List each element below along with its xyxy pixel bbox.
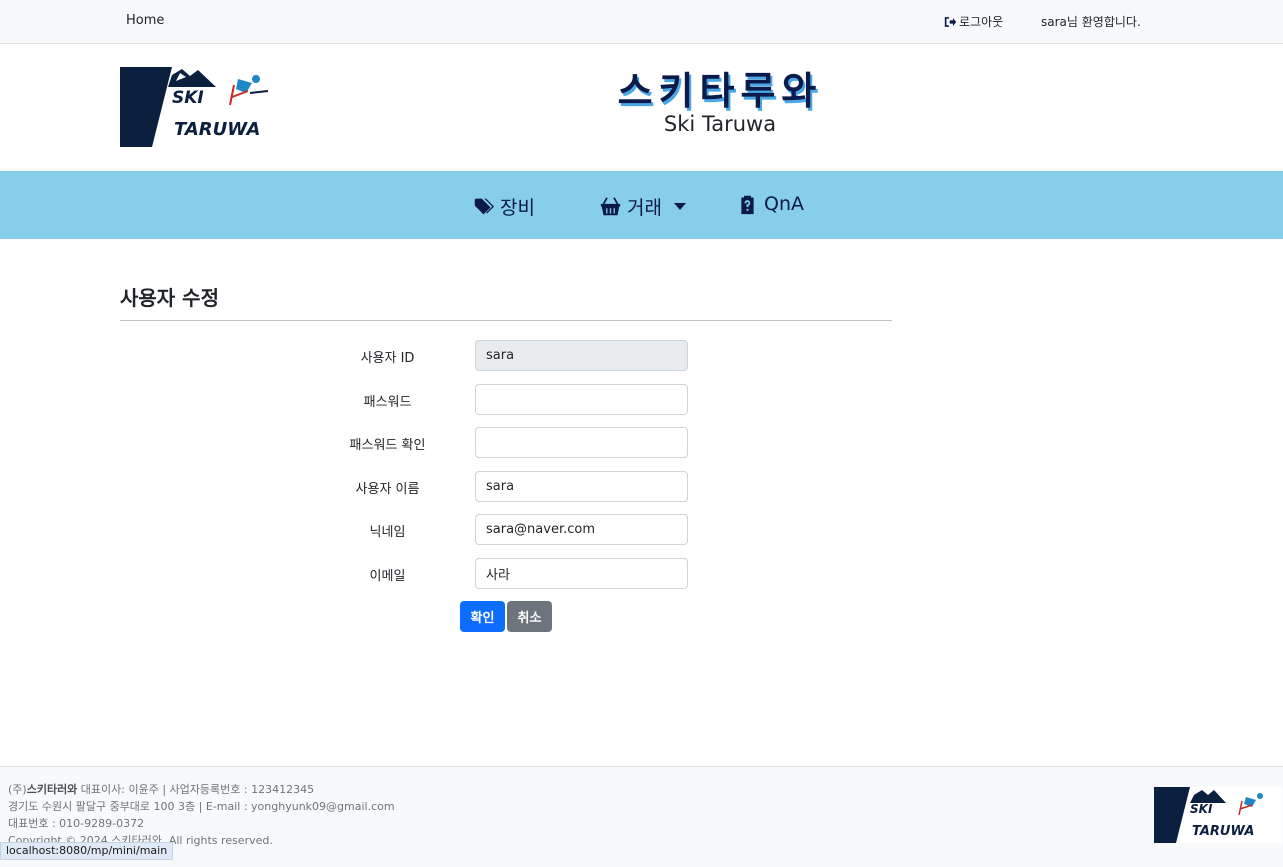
tags-icon	[474, 198, 494, 215]
logout-link[interactable]: 로그아웃	[944, 13, 1003, 30]
nav-label-qna: QnA	[764, 193, 804, 215]
username-label: 사용자 이름	[355, 482, 420, 497]
email-field[interactable]	[475, 558, 688, 589]
footer-line-address: 경기도 수원시 팔달구 중부대로 100 3층 | E-mail : yongh…	[8, 800, 395, 813]
nav-item-equipment[interactable]: 장비	[473, 193, 535, 220]
footer-company-name: 스키타러와	[26, 783, 78, 796]
form-row-password-confirm: 패스워드 확인	[300, 427, 700, 458]
form-row-userid: 사용자 ID	[300, 340, 700, 371]
site-logo[interactable]: SKI TARUWA	[120, 67, 282, 147]
nickname-field[interactable]	[475, 514, 688, 545]
top-bar: Home 로그아웃 sara님 환영합니다.	[0, 0, 1283, 44]
skier-icon	[229, 75, 269, 106]
site-title: 스키타루와	[617, 69, 823, 113]
chevron-down-icon	[673, 203, 686, 210]
sign-out-icon	[944, 16, 957, 27]
logo-ski-text: SKI	[172, 88, 204, 108]
clipboard-question-icon	[741, 195, 754, 214]
password-field[interactable]	[475, 384, 688, 415]
welcome-text: sara님 환영합니다.	[1041, 15, 1141, 29]
userid-field[interactable]	[475, 340, 688, 371]
footer-line-company: (주)스키타러와 대표이사: 이윤주 | 사업자등록번호 : 123412345	[8, 781, 395, 798]
footer-company-prefix: (주)	[8, 783, 27, 796]
password-confirm-label: 패스워드 확인	[349, 438, 426, 453]
nav-item-trade-dropdown[interactable]: 거래	[600, 193, 686, 220]
password-confirm-field[interactable]	[475, 427, 688, 458]
main-nav: 장비 거래 QnA	[0, 171, 1283, 239]
footer-company-details: 대표이사: 이윤주 | 사업자등록번호 : 123412345	[77, 783, 315, 796]
site-header: SKI TARUWA 스키타루와 Ski Taruwa	[0, 44, 1283, 171]
password-label: 패스워드	[363, 395, 412, 410]
footer-info: (주)스키타러와 대표이사: 이윤주 | 사업자등록번호 : 123412345…	[8, 781, 395, 849]
confirm-button[interactable]: 확인	[460, 601, 505, 632]
nav-item-qna[interactable]: QnA	[737, 193, 804, 215]
logo-taruwa-text: TARUWA	[174, 119, 260, 140]
email-label: 이메일	[369, 569, 406, 584]
logout-label: 로그아웃	[959, 15, 1004, 29]
home-link[interactable]: Home	[126, 13, 164, 28]
form-row-email: 이메일	[300, 558, 700, 589]
basket-icon	[600, 197, 621, 216]
cancel-button[interactable]: 취소	[507, 601, 552, 632]
title-divider	[120, 320, 892, 321]
site-footer: (주)스키타러와 대표이사: 이윤주 | 사업자등록번호 : 123412345…	[0, 766, 1283, 867]
nav-label-equipment: 장비	[500, 197, 535, 219]
footer-logo-ski-text: SKI	[1190, 802, 1213, 816]
nav-label-trade: 거래	[627, 197, 662, 219]
form-row-password: 패스워드	[300, 384, 700, 415]
form-row-username: 사용자 이름	[300, 471, 700, 502]
userid-label: 사용자 ID	[360, 351, 415, 366]
footer-logo-taruwa-text: TARUWA	[1192, 824, 1254, 839]
footer-line-phone: 대표번호 : 010-9289-0372	[8, 817, 145, 830]
nickname-label: 닉네임	[369, 525, 406, 540]
site-subtitle: Ski Taruwa	[663, 112, 777, 136]
form-row-nickname: 닉네임	[300, 514, 700, 545]
username-field[interactable]	[475, 471, 688, 502]
page-title: 사용자 수정	[120, 286, 219, 310]
browser-status-url: localhost:8080/mp/mini/main	[0, 842, 174, 860]
footer-logo: SKI TARUWA	[1154, 787, 1282, 843]
